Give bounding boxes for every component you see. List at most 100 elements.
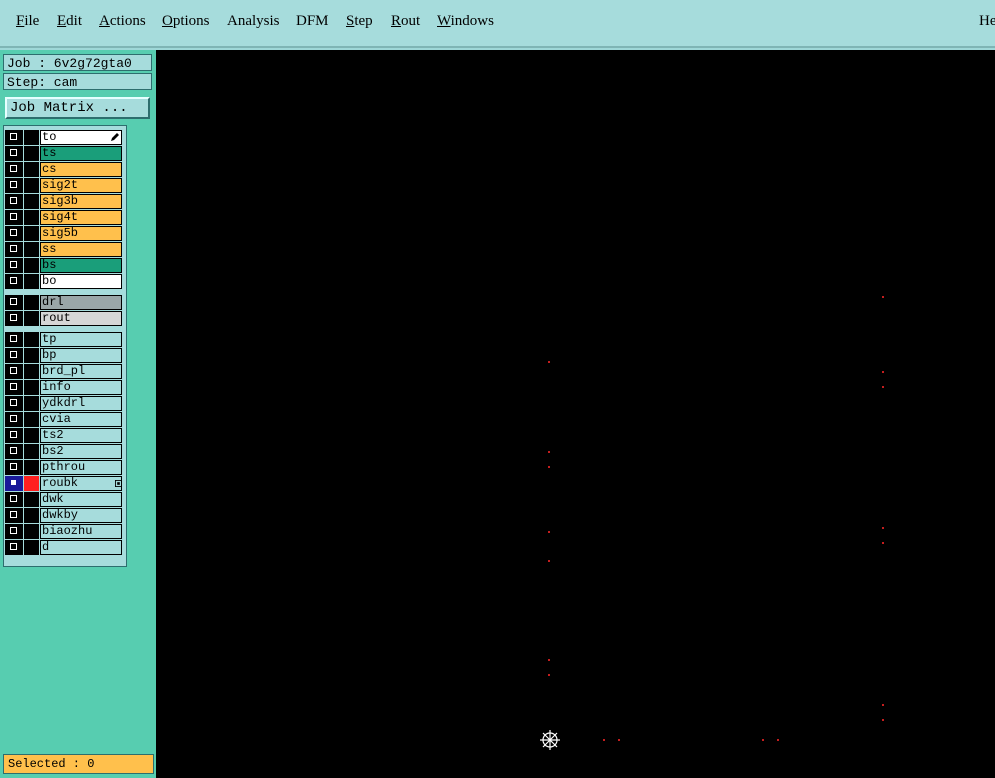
layer-row-dwkby[interactable]: dwkby [5, 508, 124, 523]
job-matrix-button[interactable]: Job Matrix ... [5, 97, 150, 119]
menu-actions[interactable]: Actions [99, 13, 146, 30]
layer-display-checkbox[interactable] [5, 524, 23, 539]
layer-name[interactable]: dwk [40, 492, 122, 507]
layer-color-swatch[interactable] [24, 396, 39, 411]
layer-name[interactable]: ts2 [40, 428, 122, 443]
layer-row-sig5b[interactable]: sig5b [5, 226, 124, 241]
layer-name[interactable]: bs [40, 258, 122, 273]
layer-row-sig2t[interactable]: sig2t [5, 178, 124, 193]
layer-row-roubk[interactable]: roubk [5, 476, 124, 491]
layer-color-swatch[interactable] [24, 332, 39, 347]
menu-help[interactable]: He [979, 13, 995, 30]
layer-display-checkbox[interactable] [5, 146, 23, 161]
layer-color-swatch[interactable] [24, 540, 39, 555]
layer-row-ydkdrl[interactable]: ydkdrl [5, 396, 124, 411]
layer-display-checkbox[interactable] [5, 428, 23, 443]
layer-row-ts2[interactable]: ts2 [5, 428, 124, 443]
layer-color-swatch[interactable] [24, 476, 39, 491]
layer-name[interactable]: ts [40, 146, 122, 161]
layer-name[interactable]: cs [40, 162, 122, 177]
graphics-canvas[interactable] [156, 50, 995, 778]
menu-options[interactable]: Options [162, 13, 210, 30]
layer-name[interactable]: info [40, 380, 122, 395]
layer-display-checkbox[interactable] [5, 332, 23, 347]
layer-color-swatch[interactable] [24, 412, 39, 427]
layer-row-brd-pl[interactable]: brd_pl [5, 364, 124, 379]
layer-name[interactable]: biaozhu [40, 524, 122, 539]
layer-name[interactable]: drl [40, 295, 122, 310]
layer-color-swatch[interactable] [24, 226, 39, 241]
layer-name[interactable]: sig3b [40, 194, 122, 209]
layer-display-checkbox[interactable] [5, 492, 23, 507]
layer-display-checkbox[interactable] [5, 444, 23, 459]
layer-row-pthrou[interactable]: pthrou [5, 460, 124, 475]
layer-row-cvia[interactable]: cvia [5, 412, 124, 427]
layer-name[interactable]: pthrou [40, 460, 122, 475]
layer-display-checkbox[interactable] [5, 540, 23, 555]
menu-step[interactable]: Step [346, 13, 373, 30]
layer-row-rout[interactable]: rout [5, 311, 124, 326]
layer-row-cs[interactable]: cs [5, 162, 124, 177]
layer-display-checkbox[interactable] [5, 162, 23, 177]
layer-display-checkbox[interactable] [5, 226, 23, 241]
layer-name[interactable]: dwkby [40, 508, 122, 523]
layer-color-swatch[interactable] [24, 194, 39, 209]
layer-display-checkbox[interactable] [5, 130, 23, 145]
layer-color-swatch[interactable] [24, 178, 39, 193]
layer-name[interactable]: ydkdrl [40, 396, 122, 411]
layer-color-swatch[interactable] [24, 210, 39, 225]
layer-display-checkbox[interactable] [5, 194, 23, 209]
layer-name[interactable]: brd_pl [40, 364, 122, 379]
layer-display-checkbox[interactable] [5, 178, 23, 193]
layer-row-to[interactable]: to [5, 130, 124, 145]
layer-row-sig4t[interactable]: sig4t [5, 210, 124, 225]
layer-color-swatch[interactable] [24, 524, 39, 539]
layer-display-checkbox[interactable] [5, 396, 23, 411]
layer-row-biaozhu[interactable]: biaozhu [5, 524, 124, 539]
layer-color-swatch[interactable] [24, 162, 39, 177]
layer-row-bp[interactable]: bp [5, 348, 124, 363]
layer-name[interactable]: sig2t [40, 178, 122, 193]
menu-edit[interactable]: Edit [57, 13, 82, 30]
layer-name[interactable]: ss [40, 242, 122, 257]
layer-color-swatch[interactable] [24, 348, 39, 363]
layer-color-swatch[interactable] [24, 274, 39, 289]
menu-rout[interactable]: Rout [391, 13, 420, 30]
menu-analysis[interactable]: Analysis [227, 13, 280, 30]
layer-name[interactable]: cvia [40, 412, 122, 427]
layer-display-checkbox[interactable] [5, 364, 23, 379]
layer-row-tp[interactable]: tp [5, 332, 124, 347]
menu-file[interactable]: File [16, 13, 39, 30]
menu-dfm[interactable]: DFM [296, 13, 329, 30]
layer-color-swatch[interactable] [24, 146, 39, 161]
layer-name[interactable]: bo [40, 274, 122, 289]
layer-color-swatch[interactable] [24, 258, 39, 273]
layer-display-checkbox[interactable] [5, 348, 23, 363]
layer-name[interactable]: sig4t [40, 210, 122, 225]
layer-row-bs2[interactable]: bs2 [5, 444, 124, 459]
layer-row-d[interactable]: d [5, 540, 124, 555]
layer-display-checkbox[interactable] [5, 258, 23, 273]
layer-display-checkbox[interactable] [5, 311, 23, 326]
layer-display-checkbox[interactable] [5, 274, 23, 289]
layer-name[interactable]: roubk [40, 476, 122, 491]
layer-name[interactable]: tp [40, 332, 122, 347]
layer-display-checkbox[interactable] [5, 476, 23, 491]
layer-color-swatch[interactable] [24, 460, 39, 475]
layer-name[interactable]: rout [40, 311, 122, 326]
layer-name[interactable]: sig5b [40, 226, 122, 241]
layer-color-swatch[interactable] [24, 364, 39, 379]
layer-display-checkbox[interactable] [5, 460, 23, 475]
layer-display-checkbox[interactable] [5, 242, 23, 257]
layer-name[interactable]: bp [40, 348, 122, 363]
layer-color-swatch[interactable] [24, 508, 39, 523]
layer-display-checkbox[interactable] [5, 210, 23, 225]
layer-display-checkbox[interactable] [5, 380, 23, 395]
layer-color-swatch[interactable] [24, 295, 39, 310]
layer-display-checkbox[interactable] [5, 295, 23, 310]
layer-color-swatch[interactable] [24, 242, 39, 257]
menu-windows[interactable]: Windows [437, 13, 494, 30]
layer-color-swatch[interactable] [24, 130, 39, 145]
layer-color-swatch[interactable] [24, 380, 39, 395]
layer-row-ts[interactable]: ts [5, 146, 124, 161]
